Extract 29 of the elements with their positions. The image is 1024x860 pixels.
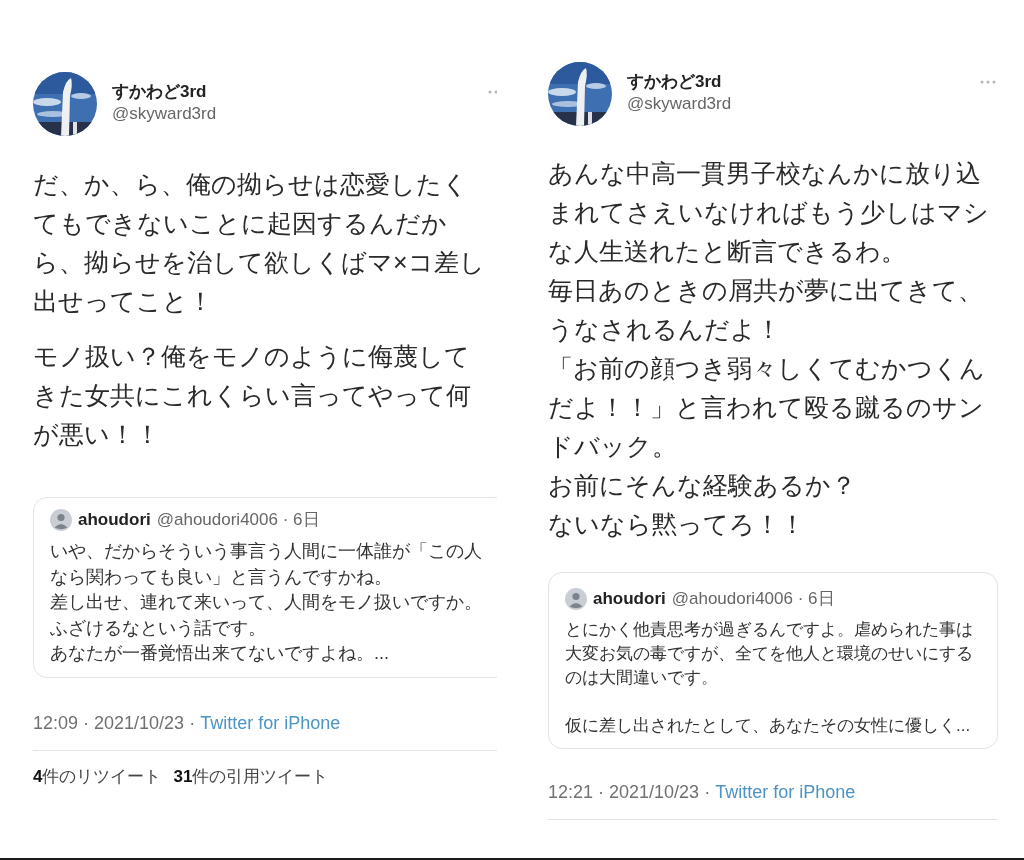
quoted-tweet-text: あなたが一番覚悟出来てないですよね。... bbox=[50, 642, 390, 665]
tweet-text: 毎日あのときの屑共が夢に出てきて、 bbox=[548, 275, 984, 306]
tweet-text: ないなら黙ってろ！！ bbox=[548, 509, 806, 540]
tweet-text: 「お前の顔つき弱々しくてむかつくんだよ！！」と言われて殴る蹴るのサンドバック。 bbox=[548, 353, 986, 462]
tweet-text: モノ扱い？俺をモノのように侮蔑してきた女共にこれくらい言ってやって何が悪い！！ bbox=[33, 341, 472, 450]
quoted-tweet-text: 差し出せ、連れて来いって、人間をモノ扱いですか。 bbox=[50, 591, 483, 614]
user-name: すかわど3rd bbox=[112, 81, 208, 103]
quoted-tweet-text: ふざけるなという話です。 bbox=[50, 616, 267, 640]
quoted-tweet-text: いや、だからそういう事言う人間に一体誰が「この人なら関わっても良い」と言うんですかね。 bbox=[50, 540, 483, 589]
quoted-user-name: ahoudori bbox=[78, 509, 151, 530]
quoted-tweet-text: 仮に差し出されたとして、あなたその女性に優しく... bbox=[565, 715, 972, 737]
user-name: すかわど3rd bbox=[627, 71, 723, 93]
engagement-count[interactable]: 31件の引用ツイート bbox=[173, 764, 329, 788]
tweet-text: あんな中高一貫男子校なんかに放り込まれてさえいなければもう少しはマシな人生送れたと断言できるわ。 bbox=[548, 158, 990, 267]
quoted-tweet-meta: @ahoudori4006 · 6日 bbox=[671, 588, 835, 610]
quoted-tweet-text: とにかく他責思考が過ぎるんですよ。虐められた事は大変お気の毒ですが、全てを他人と環境のせいにするのは大間違いです。 bbox=[565, 619, 974, 689]
quoted-user-name: ahoudori bbox=[593, 588, 666, 609]
tweet-timestamp: 12:21 · 2021/10/23 · bbox=[548, 781, 711, 803]
user-handle: @skyward3rd bbox=[112, 103, 218, 125]
tweet-text: だ、か、ら、俺の拗らせは恋愛したくてもできないことに起因するんだから、拗らせを治して欲しくばマ×コ差し出せってこと！ bbox=[33, 169, 486, 317]
tweet-timestamp: 12:09 · 2021/10/23 · bbox=[33, 711, 196, 734]
tweet-text: うなされるんだよ！ bbox=[548, 314, 782, 345]
engagement-count[interactable]: 4件のリツイート bbox=[33, 764, 162, 788]
tweet-text: お前にそんな経験あるか？ bbox=[548, 470, 857, 501]
quoted-tweet-meta: @ahoudori4006 · 6日 bbox=[156, 509, 320, 531]
avatar-icon bbox=[50, 508, 72, 531]
avatar-icon bbox=[565, 587, 587, 610]
more-icon bbox=[979, 79, 997, 85]
user-handle: @skyward3rd bbox=[627, 93, 733, 115]
